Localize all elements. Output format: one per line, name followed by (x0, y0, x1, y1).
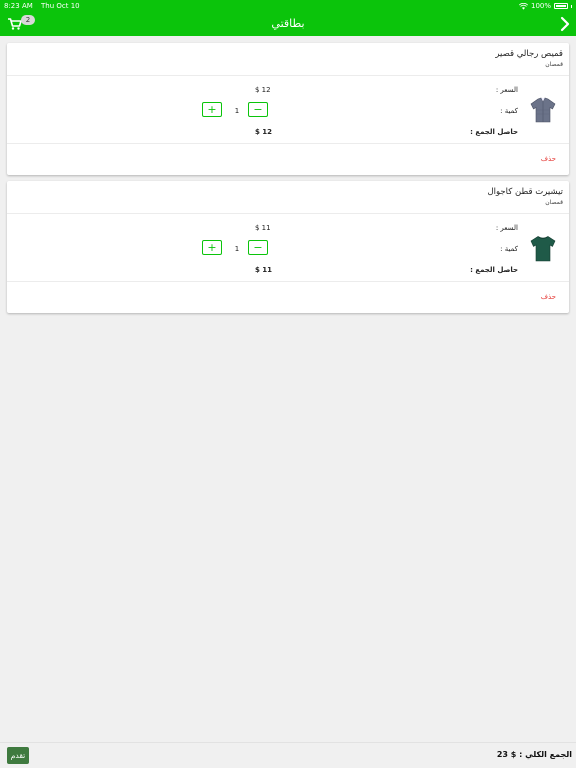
delete-item-button[interactable]: حذف (541, 293, 556, 301)
subtotal-label: حاصل الجمع : (470, 266, 518, 274)
price-value: $ 11 (255, 224, 271, 232)
increase-qty-button[interactable]: + (202, 102, 222, 117)
back-button[interactable] (558, 16, 572, 32)
card-footer: حذف (7, 144, 569, 175)
item-name: تيشيرت قطن كاجوال (487, 187, 564, 197)
quantity-value: 1 (234, 245, 240, 253)
price-value: $ 12 (255, 86, 271, 94)
card-header: قميص رجالي قصير قمصان (7, 43, 569, 76)
subtotal-value: $ 11 (255, 266, 273, 274)
item-category: قمصان (545, 61, 563, 68)
chevron-right-icon (560, 16, 570, 32)
quantity-label: كمية : (500, 107, 518, 115)
page-title: بطاقتي (271, 17, 305, 30)
minus-icon: − (253, 241, 263, 254)
total-value: $ 23 (496, 750, 517, 759)
item-name: قميص رجالي قصير (495, 49, 563, 59)
tshirt-icon (530, 236, 556, 262)
plus-icon: + (207, 103, 217, 116)
increase-qty-button[interactable]: + (202, 240, 222, 255)
delete-item-button[interactable]: حذف (541, 155, 556, 163)
decrease-qty-button[interactable]: − (248, 102, 268, 117)
quantity-label: كمية : (500, 245, 518, 253)
total-summary: الجمع الكلي : $ 23 (497, 750, 572, 759)
shirt-icon (530, 97, 556, 123)
wifi-icon (518, 2, 528, 10)
status-date: Thu Oct 10 (41, 2, 80, 10)
item-category: قمصان (545, 199, 563, 206)
card-footer: حذف (7, 282, 569, 313)
card-body: السعر : $ 11 كمية : + 1 − حاصل الجمع : $… (7, 214, 569, 282)
subtotal-value: $ 12 (255, 128, 273, 136)
status-bar: 8:23 AM Thu Oct 10 100% (0, 0, 576, 12)
status-time: 8:23 AM (4, 2, 33, 10)
battery-icon (554, 3, 568, 9)
cart-item-card: قميص رجالي قصير قمصان السعر : $ 12 كمية … (7, 43, 569, 175)
subtotal-label: حاصل الجمع : (470, 128, 518, 136)
cart-item-card: تيشيرت قطن كاجوال قمصان السعر : $ 11 كمي… (7, 181, 569, 313)
battery-percent: 100% (530, 2, 551, 10)
quantity-value: 1 (234, 107, 240, 115)
price-label: السعر : (495, 224, 518, 232)
price-label: السعر : (495, 86, 518, 94)
total-label: الجمع الكلي : (519, 750, 572, 759)
battery-tip (571, 4, 572, 8)
proceed-button[interactable]: تقدم (7, 747, 29, 764)
decrease-qty-button[interactable]: − (248, 240, 268, 255)
checkout-bar: تقدم الجمع الكلي : $ 23 (0, 742, 576, 768)
nav-bar: 2 بطاقتي (0, 12, 576, 36)
card-header: تيشيرت قطن كاجوال قمصان (7, 181, 569, 214)
minus-icon: − (253, 103, 263, 116)
card-body: السعر : $ 12 كمية : + 1 − حاصل الجمع : $… (7, 76, 569, 144)
plus-icon: + (207, 241, 217, 254)
